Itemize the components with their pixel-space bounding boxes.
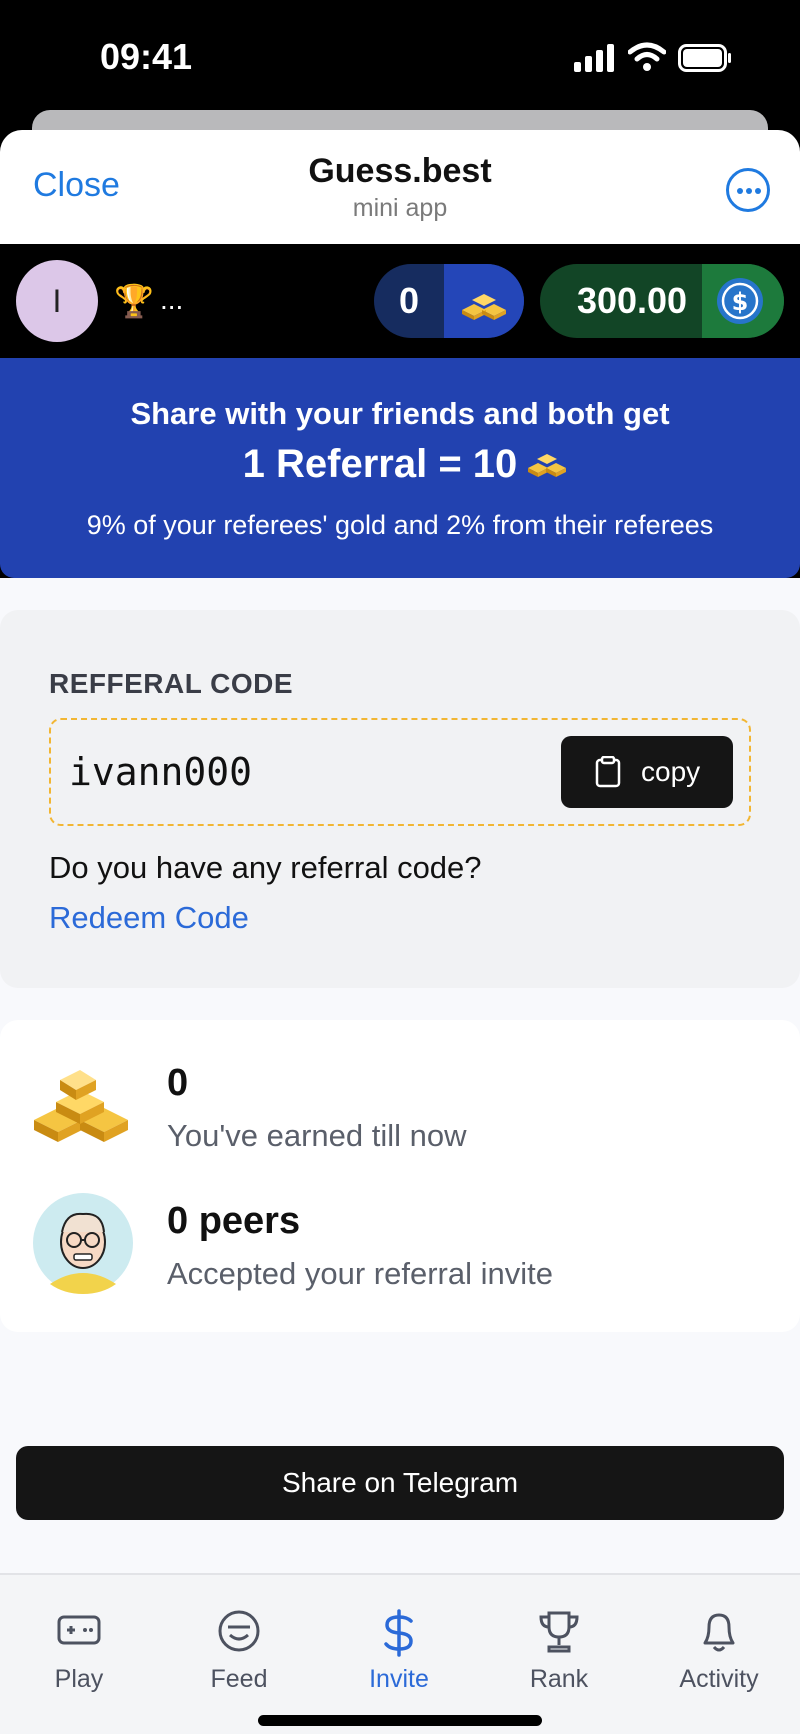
svg-text:$: $ — [732, 288, 749, 316]
usd-coin-icon: $ — [702, 264, 784, 338]
nav-label-play: Play — [54, 1665, 104, 1693]
bell-icon — [703, 1613, 735, 1652]
user-bar: I 🏆 ... 0 300.00 $ — [0, 244, 800, 358]
gold-balance[interactable]: 0 — [374, 264, 524, 338]
earned-caption: You've earned till now — [167, 1118, 467, 1153]
referral-stats-card: 0 You've earned till now 0 peers Accepte… — [0, 1020, 800, 1332]
smile-icon — [218, 1610, 260, 1652]
status-bar: 09:41 — [0, 0, 800, 110]
gold-bars-icon — [34, 1070, 128, 1142]
nav-item-feed[interactable]: Feed — [179, 1595, 299, 1695]
banner-reward: 1 Referral = 10 — [0, 442, 760, 487]
nav-label-invite: Invite — [369, 1665, 429, 1693]
main-content: REFFERAL CODE ivann000 copy Do you have … — [0, 578, 800, 1573]
trophy-icon: 🏆 — [114, 283, 154, 319]
banner-details: 9% of your referees' gold and 2% from th… — [86, 510, 714, 540]
earned-value: 0 — [167, 1062, 189, 1104]
app-title: Guess.best — [308, 152, 492, 190]
nav-label-activity: Activity — [679, 1665, 759, 1693]
usd-balance-value: 300.00 — [576, 280, 688, 321]
nav-item-rank[interactable]: Rank — [499, 1595, 619, 1695]
home-indicator — [258, 1715, 542, 1726]
gold-bars-icon — [528, 454, 566, 477]
gamepad-icon — [57, 1615, 101, 1645]
nav-item-play[interactable]: Play — [19, 1595, 139, 1695]
app-header: Close Guess.best mini app — [0, 130, 800, 244]
more-icon[interactable] — [726, 168, 770, 212]
trophy-icon — [539, 1611, 579, 1653]
nav-label-rank: Rank — [529, 1665, 589, 1693]
share-telegram-button[interactable]: Share on Telegram — [16, 1446, 784, 1520]
banner-headline: Share with your friends and both get — [130, 396, 670, 431]
referral-code-label: REFFERAL CODE — [49, 668, 293, 699]
battery-icon — [678, 44, 731, 72]
referral-code-card: REFFERAL CODE ivann000 copy Do you have … — [0, 610, 800, 988]
bottom-nav: Play Feed Invite Rank Activity — [0, 1573, 800, 1734]
avatar[interactable]: I — [16, 260, 98, 342]
peer-avatar-icon — [33, 1193, 133, 1294]
referral-banner: Share with your friends and both get 1 R… — [0, 358, 800, 578]
gold-bars-icon — [444, 264, 524, 338]
copy-button[interactable]: copy — [561, 736, 733, 808]
dollar-icon — [384, 1609, 413, 1657]
referral-code-value[interactable]: ivann000 — [69, 750, 252, 794]
nav-item-invite[interactable]: Invite — [339, 1595, 459, 1695]
nav-item-activity[interactable]: Activity — [659, 1595, 779, 1695]
redeem-code-link[interactable]: Redeem Code — [49, 900, 249, 936]
nav-label-feed: Feed — [210, 1665, 268, 1693]
signal-icon — [574, 44, 614, 72]
referral-code-box: ivann000 copy — [49, 718, 751, 826]
banner-reward-text: 1 Referral = 10 — [242, 442, 518, 486]
wifi-icon — [628, 42, 666, 71]
usd-balance[interactable]: 300.00 $ — [540, 264, 784, 338]
rank-text: ... — [160, 284, 184, 315]
referral-question: Do you have any referral code? — [49, 850, 482, 885]
peers-caption: Accepted your referral invite — [167, 1256, 553, 1291]
peers-value: 0 peers — [167, 1200, 301, 1242]
copy-button-label: copy — [641, 756, 701, 787]
app-subtitle: mini app — [352, 194, 448, 222]
clipboard-icon — [595, 756, 621, 788]
gold-balance-value: 0 — [398, 280, 420, 321]
status-time: 09:41 — [100, 36, 193, 77]
